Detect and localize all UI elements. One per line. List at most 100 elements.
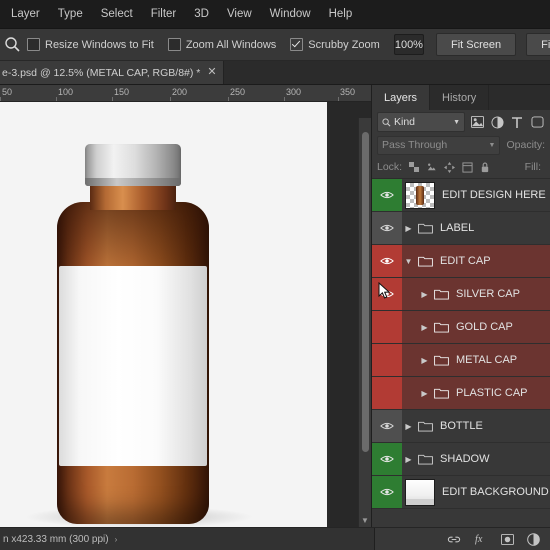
status-bar: n x423.33 mm (300 ppi) › fx xyxy=(0,527,550,550)
lock-label: Lock: xyxy=(377,161,403,173)
pixel-filter-icon[interactable] xyxy=(469,113,485,131)
layer-list[interactable]: EDIT DESIGN HERE ▶ LABEL ▼ EDIT CAP ▶ SI… xyxy=(372,178,550,527)
blend-mode-select[interactable]: Pass Through ▼ xyxy=(377,135,501,155)
menu-view[interactable]: View xyxy=(218,0,261,28)
menu-3d[interactable]: 3D xyxy=(185,0,218,28)
layer-name[interactable]: METAL CAP xyxy=(456,354,517,366)
scrubby-zoom-label: Scrubby Zoom xyxy=(308,38,380,51)
layer-row[interactable]: ▶ SILVER CAP xyxy=(372,278,550,311)
type-filter-icon[interactable] xyxy=(509,113,525,131)
chevron-right-icon[interactable]: ▶ xyxy=(418,290,431,299)
chevron-right-icon[interactable]: ▶ xyxy=(402,455,415,464)
layer-name[interactable]: PLASTIC CAP xyxy=(456,387,528,399)
layer-row[interactable]: ▼ EDIT CAP xyxy=(372,245,550,278)
eye-icon[interactable] xyxy=(372,311,402,343)
layer-name[interactable]: EDIT CAP xyxy=(440,255,491,267)
lock-position-icon[interactable] xyxy=(444,161,456,173)
menu-type[interactable]: Type xyxy=(49,0,92,28)
chevron-right-icon[interactable]: ▶ xyxy=(418,389,431,398)
layer-row[interactable]: EDIT BACKGROUND COLO xyxy=(372,476,550,509)
menu-bar: Layer Type Select Filter 3D View Window … xyxy=(0,0,550,29)
canvas-vertical-scrollbar[interactable]: ▼ xyxy=(358,118,371,527)
layer-thumbnail[interactable] xyxy=(405,181,435,209)
layer-row[interactable]: EDIT DESIGN HERE xyxy=(372,179,550,212)
resize-windows-checkbox[interactable] xyxy=(27,38,40,51)
chevron-right-icon[interactable]: ▶ xyxy=(418,323,431,332)
scrollbar-thumb[interactable] xyxy=(362,132,369,452)
tab-layers[interactable]: Layers xyxy=(372,85,431,110)
scrubby-zoom-checkbox[interactable] xyxy=(290,38,304,51)
layer-name[interactable]: BOTTLE xyxy=(440,420,483,432)
bottle-neck xyxy=(90,184,176,210)
eye-icon[interactable] xyxy=(372,245,402,277)
chevron-right-icon[interactable]: › xyxy=(115,535,118,544)
menu-filter[interactable]: Filter xyxy=(142,0,186,28)
lock-artboard-icon[interactable] xyxy=(462,161,473,173)
new-adjustment-layer-icon[interactable] xyxy=(527,532,540,546)
fill-screen-button[interactable]: Fill Screen xyxy=(526,33,550,56)
layer-thumbnail[interactable] xyxy=(405,478,435,506)
layer-filter-kind-select[interactable]: Kind ▼ xyxy=(377,112,465,132)
layer-name[interactable]: LABEL xyxy=(440,222,474,234)
layer-style-fx-icon[interactable]: fx xyxy=(474,533,488,545)
ruler-tick-label: 100 xyxy=(58,87,74,97)
chevron-right-icon[interactable]: ▶ xyxy=(402,422,415,431)
eye-icon[interactable] xyxy=(372,410,402,442)
layer-row[interactable]: ▶ LABEL xyxy=(372,212,550,245)
zoom-all-windows-label: Zoom All Windows xyxy=(185,38,277,51)
layer-row[interactable]: ▶ PLASTIC CAP xyxy=(372,377,550,410)
eye-icon[interactable] xyxy=(372,212,402,244)
lock-image-icon[interactable] xyxy=(426,162,437,173)
eye-icon[interactable] xyxy=(372,377,402,409)
tab-history[interactable]: History xyxy=(430,85,490,110)
chevron-right-icon[interactable]: ▶ xyxy=(418,356,431,365)
add-mask-icon[interactable] xyxy=(501,533,514,545)
layer-name[interactable]: GOLD CAP xyxy=(456,321,513,333)
artboard[interactable] xyxy=(0,102,327,527)
adjustment-filter-icon[interactable] xyxy=(489,113,505,131)
zoom-tool-icon[interactable] xyxy=(4,32,21,58)
lock-transparency-icon[interactable] xyxy=(409,162,420,172)
eye-icon[interactable] xyxy=(372,443,402,475)
layer-name[interactable]: EDIT BACKGROUND COLO xyxy=(442,486,550,498)
shape-filter-icon[interactable] xyxy=(529,113,545,131)
chevron-down-icon[interactable]: ▼ xyxy=(402,257,415,266)
menu-layer[interactable]: Layer xyxy=(2,0,49,28)
resize-windows-to-fit-option[interactable]: Resize Windows to Fit xyxy=(27,38,154,51)
menu-help[interactable]: Help xyxy=(320,0,362,28)
eye-icon[interactable] xyxy=(372,278,402,310)
layer-name[interactable]: SILVER CAP xyxy=(456,288,520,300)
fit-screen-button[interactable]: Fit Screen xyxy=(435,33,517,56)
eye-icon[interactable] xyxy=(372,179,402,211)
svg-text:fx: fx xyxy=(475,534,483,545)
scrubby-zoom-option[interactable]: Scrubby Zoom xyxy=(290,38,380,51)
menu-select[interactable]: Select xyxy=(92,0,142,28)
layer-name[interactable]: EDIT DESIGN HERE xyxy=(442,189,546,201)
chevron-down-icon: ▼ xyxy=(488,141,496,149)
document-size-text: n x423.33 mm (300 ppi) xyxy=(3,533,109,545)
zoom-all-windows-option[interactable]: Zoom All Windows xyxy=(167,38,277,51)
chevron-right-icon[interactable]: ▶ xyxy=(402,224,415,233)
lock-all-icon[interactable] xyxy=(480,162,490,173)
folder-icon xyxy=(433,311,449,343)
layer-name[interactable]: SHADOW xyxy=(440,453,490,465)
zoom-all-windows-checkbox[interactable] xyxy=(167,38,181,51)
document-tab[interactable]: e-3.psd @ 12.5% (METAL CAP, RGB/8#) * ✕ xyxy=(0,61,224,84)
menu-window[interactable]: Window xyxy=(261,0,320,28)
panel-dock: Layers History Kind ▼ Pass Through ▼ Opa… xyxy=(371,85,550,527)
eye-icon[interactable] xyxy=(372,476,402,508)
eye-icon[interactable] xyxy=(372,344,402,376)
layer-row[interactable]: ▶ GOLD CAP xyxy=(372,311,550,344)
zoom-level-input[interactable]: 100% xyxy=(393,34,424,55)
canvas[interactable]: ▼ xyxy=(0,102,371,527)
folder-icon xyxy=(433,377,449,409)
layer-row[interactable]: ▶ SHADOW xyxy=(372,443,550,476)
lock-row: Lock: Fill: xyxy=(372,156,550,178)
layer-row[interactable]: ▶ BOTTLE xyxy=(372,410,550,443)
folder-icon xyxy=(433,344,449,376)
close-icon[interactable]: ✕ xyxy=(207,67,216,78)
scroll-down-arrow[interactable]: ▼ xyxy=(359,515,371,527)
link-layers-icon[interactable] xyxy=(447,534,461,545)
folder-icon xyxy=(417,245,433,277)
layer-row[interactable]: ▶ METAL CAP xyxy=(372,344,550,377)
